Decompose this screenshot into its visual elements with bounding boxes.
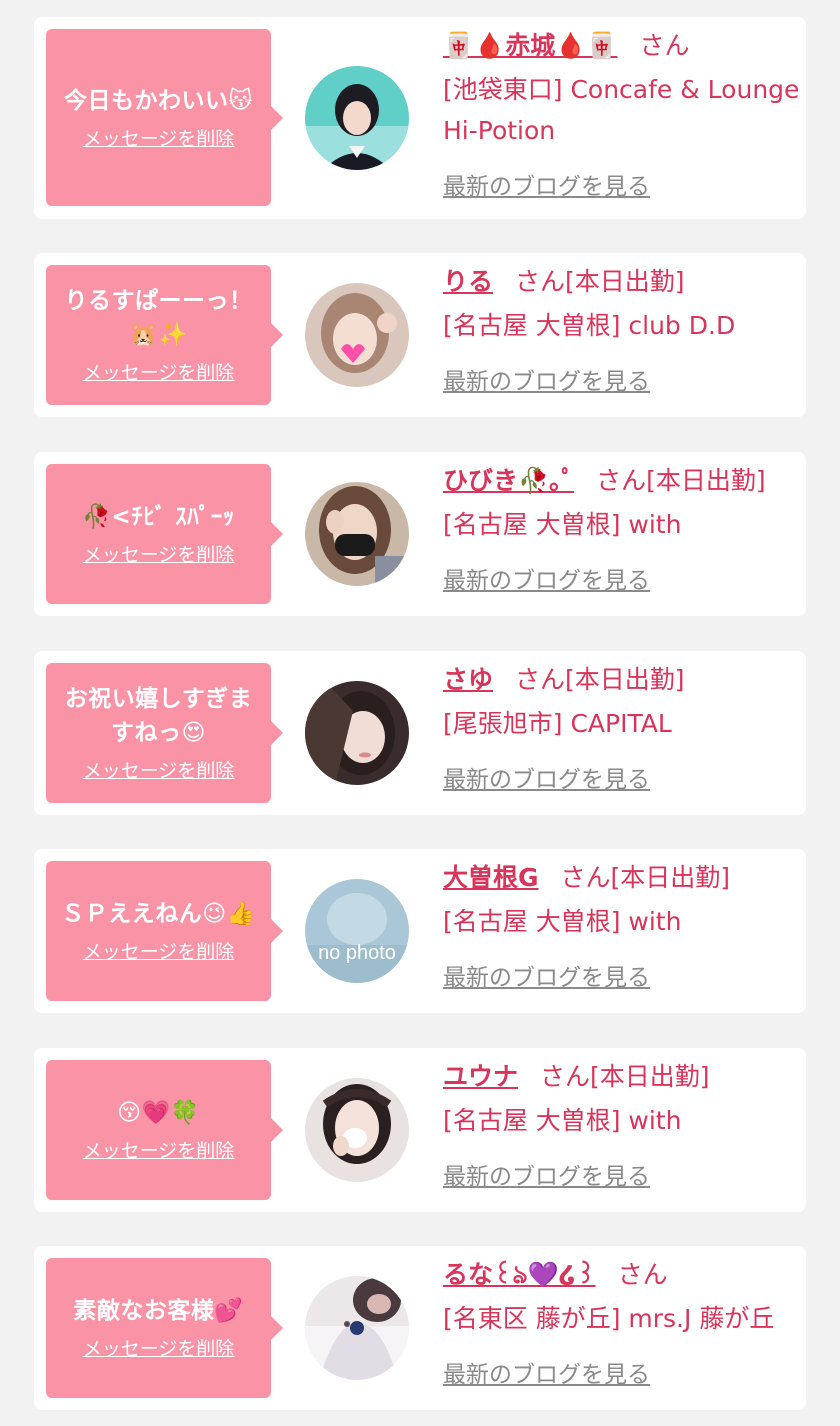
message-text: 🥀<ﾁﾋﾞ ｽﾊﾟｰｯ <box>82 504 235 530</box>
shop-name: [池袋東口] Concafe & Lounge Hi-Potion <box>443 75 800 145</box>
cast-name-link[interactable]: ユウナ <box>443 1062 518 1091</box>
latest-blog-link[interactable]: 最新のブログを見る <box>443 362 650 396</box>
cast-name-link[interactable]: ひびき🥀｡ﾟ <box>443 466 574 495</box>
shop-name: [名古屋 大曽根] with <box>443 1106 682 1135</box>
cast-name-link[interactable]: るな꒰ঌ💜໒꒱ <box>443 1260 596 1289</box>
avatar-photo <box>305 1276 409 1380</box>
message-bubble: りるすぱーーっ！🐹✨ メッセージを削除 <box>46 265 283 405</box>
honorific: さん <box>596 466 647 495</box>
name-line: ひびき🥀｡ﾟ さん[本日出勤] <box>443 464 803 498</box>
honorific: さん <box>617 1260 668 1289</box>
latest-blog-link[interactable]: 最新のブログを見る <box>443 1157 650 1191</box>
delete-message-link[interactable]: メッセージを削除 <box>83 1336 235 1362</box>
no-photo-placeholder: no photo <box>305 879 409 983</box>
cast-info: るな꒰ঌ💜໒꒱ さん [名東区 藤が丘] mrs.J 藤が丘 最新のブログを見る <box>443 1258 803 1389</box>
message-text: 😚💗🍀 <box>117 1100 200 1126</box>
avatar[interactable] <box>305 1276 409 1380</box>
honorific: さん <box>515 665 566 694</box>
latest-blog-link[interactable]: 最新のブログを見る <box>443 167 650 201</box>
message-text: 素敵なお客様💕 <box>73 1298 244 1324</box>
cast-info: 🀄🩸赤城🩸🀄 さん [池袋東口] Concafe & Lounge Hi-Poti… <box>443 29 803 201</box>
cast-info: ユウナ さん[本日出勤] [名古屋 大曽根] with 最新のブログを見る <box>443 1060 803 1191</box>
avatar[interactable] <box>305 283 409 387</box>
delete-message-link[interactable]: メッセージを削除 <box>83 542 235 568</box>
message-card: 🥀<ﾁﾋﾞ ｽﾊﾟｰｯ メッセージを削除 ひびき🥀｡ﾟ さん[本日出勤] [名古屋… <box>34 452 806 616</box>
cast-name-link[interactable]: さゆ <box>443 665 493 694</box>
latest-blog-link[interactable]: 最新のブログを見る <box>443 760 650 794</box>
shop-name: [名古屋 大曽根] club D.D <box>443 311 736 340</box>
cast-info: 大曽根G さん[本日出勤] [名古屋 大曽根] with 最新のブログを見る <box>443 861 803 992</box>
avatar-photo <box>305 66 409 170</box>
delete-message-link[interactable]: メッセージを削除 <box>83 126 235 152</box>
message-card: りるすぱーーっ！🐹✨ メッセージを削除 りる さん[本日出勤] [名古屋 大曽根]… <box>34 253 806 417</box>
message-bubble: 素敵なお客様💕 メッセージを削除 <box>46 1258 283 1398</box>
message-text: ＳＰええねん😉👍 <box>61 901 256 927</box>
avatar[interactable] <box>305 681 409 785</box>
message-bubble: お祝い嬉しすぎますねっ😍 メッセージを削除 <box>46 663 283 803</box>
delete-message-link[interactable]: メッセージを削除 <box>83 360 235 386</box>
message-bubble: 🥀<ﾁﾋﾞ ｽﾊﾟｰｯ メッセージを削除 <box>46 464 283 604</box>
attendance-status: [本日出勤] <box>565 267 685 296</box>
message-bubble: ＳＰええねん😉👍 メッセージを削除 <box>46 861 283 1001</box>
latest-blog-link[interactable]: 最新のブログを見る <box>443 1355 650 1389</box>
avatar[interactable] <box>305 66 409 170</box>
honorific: さん <box>540 1062 591 1091</box>
message-bubble: 今日もかわいい😽 メッセージを削除 <box>46 29 283 206</box>
delete-message-link[interactable]: メッセージを削除 <box>83 758 235 784</box>
cast-name-link[interactable]: りる <box>443 267 493 296</box>
cast-info: ひびき🥀｡ﾟ さん[本日出勤] [名古屋 大曽根] with 最新のブログを見る <box>443 464 803 595</box>
cast-name-link[interactable]: 大曽根G <box>443 863 539 892</box>
attendance-status: [本日出勤] <box>565 665 685 694</box>
avatar-photo <box>305 681 409 785</box>
delete-message-link[interactable]: メッセージを削除 <box>83 1138 235 1164</box>
message-card: お祝い嬉しすぎますねっ😍 メッセージを削除 さゆ さん[本日出勤] [尾張旭市] … <box>34 651 806 815</box>
attendance-status: [本日出勤] <box>590 1062 710 1091</box>
shop-name: [名古屋 大曽根] with <box>443 510 682 539</box>
shop-name: [名古屋 大曽根] with <box>443 907 682 936</box>
cast-info: りる さん[本日出勤] [名古屋 大曽根] club D.D 最新のブログを見る <box>443 265 803 396</box>
honorific: さん <box>639 31 690 60</box>
avatar[interactable] <box>305 482 409 586</box>
name-line: 🀄🩸赤城🩸🀄 さん <box>443 29 803 63</box>
avatar-photo <box>305 1078 409 1182</box>
message-card: 素敵なお客様💕 メッセージを削除 るな꒰ঌ💜໒꒱ さん [名東区 藤が丘] mrs… <box>34 1246 806 1410</box>
avatar[interactable] <box>305 1078 409 1182</box>
attendance-status: [本日出勤] <box>610 863 731 892</box>
shop-name: [尾張旭市] CAPITAL <box>443 709 672 738</box>
latest-blog-link[interactable]: 最新のブログを見る <box>443 958 650 992</box>
avatar[interactable]: no photo <box>305 879 409 983</box>
cast-info: さゆ さん[本日出勤] [尾張旭市] CAPITAL 最新のブログを見る <box>443 663 803 794</box>
message-list: 今日もかわいい😽 メッセージを削除 🀄🩸赤城🩸🀄 さん [池袋東口] Concaf… <box>0 0 840 1426</box>
name-line: りる さん[本日出勤] <box>443 265 803 299</box>
name-line: さゆ さん[本日出勤] <box>443 663 803 697</box>
no-photo-text: no photo <box>318 942 396 964</box>
attendance-status: [本日出勤] <box>646 466 766 495</box>
message-card: 😚💗🍀 メッセージを削除 ユウナ さん[本日出勤] [名古屋 大曽根] with … <box>34 1048 806 1212</box>
latest-blog-link[interactable]: 最新のブログを見る <box>443 561 650 595</box>
message-text: 今日もかわいい😽 <box>64 87 253 114</box>
avatar-photo <box>305 482 409 586</box>
message-text: りるすぱーーっ！🐹✨ <box>64 288 253 348</box>
honorific: さん <box>560 863 611 892</box>
avatar-photo <box>305 283 409 387</box>
name-line: るな꒰ঌ💜໒꒱ さん <box>443 1258 803 1292</box>
cast-name-link[interactable]: 🀄🩸赤城🩸🀄 <box>443 31 618 60</box>
message-text: お祝い嬉しすぎますねっ😍 <box>64 686 253 746</box>
honorific: さん <box>515 267 566 296</box>
message-card: ＳＰええねん😉👍 メッセージを削除 no photo 大曽根G さん[本日出勤] … <box>34 849 806 1013</box>
name-line: ユウナ さん[本日出勤] <box>443 1060 803 1094</box>
name-line: 大曽根G さん[本日出勤] <box>443 861 803 895</box>
delete-message-link[interactable]: メッセージを削除 <box>83 939 235 965</box>
shop-name: [名東区 藤が丘] mrs.J 藤が丘 <box>443 1304 775 1333</box>
message-card: 今日もかわいい😽 メッセージを削除 🀄🩸赤城🩸🀄 さん [池袋東口] Concaf… <box>34 17 806 219</box>
message-bubble: 😚💗🍀 メッセージを削除 <box>46 1060 283 1200</box>
